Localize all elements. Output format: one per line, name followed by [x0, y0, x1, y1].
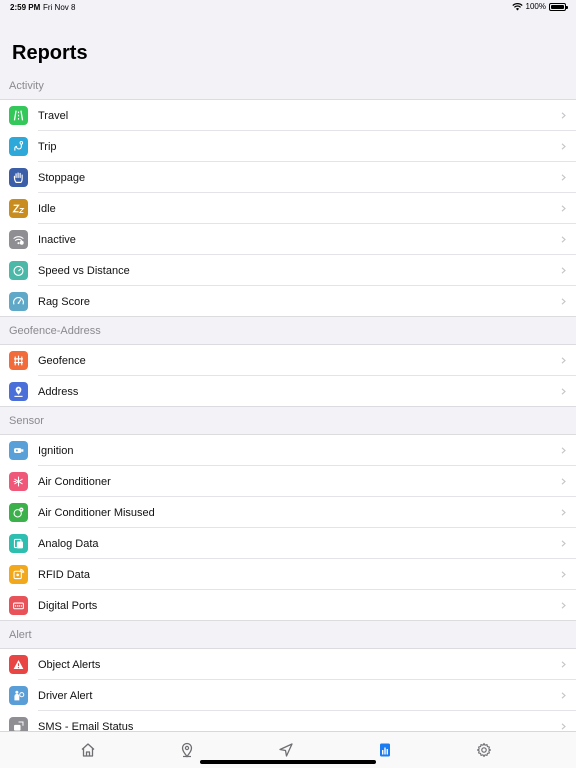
- report-row-address[interactable]: Address: [0, 376, 576, 407]
- address-pin-icon: [9, 382, 28, 401]
- report-row-rag-score[interactable]: Rag Score: [0, 286, 576, 317]
- report-row-trip[interactable]: Trip: [0, 131, 576, 162]
- section-header-activity: Activity: [0, 72, 576, 100]
- status-right: 100%: [511, 2, 568, 11]
- report-row-label: Air Conditioner Misused: [38, 506, 155, 519]
- chevron-right-icon: [561, 267, 566, 274]
- tab-home[interactable]: [78, 740, 98, 760]
- chevron-right-icon: [561, 388, 566, 395]
- section-header-alert: Alert: [0, 621, 576, 649]
- travel-road-icon: [9, 106, 28, 125]
- report-row-driver-alert[interactable]: Driver Alert: [0, 680, 576, 711]
- navigation-arrow-icon: [279, 743, 293, 757]
- wifi-icon: [511, 2, 523, 11]
- report-row-air-conditioner-misused[interactable]: Air Conditioner Misused: [0, 497, 576, 528]
- page-title: Reports: [12, 42, 88, 64]
- status-time: 2:59 PM: [10, 3, 41, 12]
- chevron-right-icon: [561, 298, 566, 305]
- report-row-label: Address: [38, 385, 79, 398]
- stoppage-hand-icon: [9, 168, 28, 187]
- tab-navigation[interactable]: [276, 740, 296, 760]
- report-row-geofence[interactable]: Geofence: [0, 345, 576, 376]
- section-header-sensor: Sensor: [0, 407, 576, 435]
- report-row-stoppage[interactable]: Stoppage: [0, 162, 576, 193]
- report-row-air-conditioner[interactable]: Air Conditioner: [0, 466, 576, 497]
- chevron-right-icon: [561, 174, 566, 181]
- report-row-digital-ports[interactable]: Digital Ports: [0, 590, 576, 621]
- report-row-label: Air Conditioner: [38, 475, 111, 488]
- chevron-right-icon: [561, 357, 566, 364]
- ac-misused-icon: [9, 503, 28, 522]
- battery-percent: 100%: [525, 2, 546, 11]
- reports-chart-icon: [380, 743, 390, 757]
- chevron-right-icon: [561, 509, 566, 516]
- report-row-label: Stoppage: [38, 171, 86, 184]
- rfid-card-icon: [9, 565, 28, 584]
- chevron-right-icon: [561, 661, 566, 668]
- chevron-right-icon: [561, 447, 566, 454]
- chevron-right-icon: [561, 540, 566, 547]
- chevron-right-icon: [561, 692, 566, 699]
- report-row-rfid-data[interactable]: RFID Data: [0, 559, 576, 590]
- report-row-ignition[interactable]: Ignition: [0, 435, 576, 466]
- report-row-inactive[interactable]: Inactive: [0, 224, 576, 255]
- report-row-label: Object Alerts: [38, 658, 101, 671]
- tab-location[interactable]: [177, 740, 197, 760]
- report-row-speed-vs-distance[interactable]: Speed vs Distance: [0, 255, 576, 286]
- air-conditioner-icon: [9, 472, 28, 491]
- report-row-travel[interactable]: Travel: [0, 100, 576, 131]
- home-indicator: [200, 760, 376, 764]
- status-bar: 2:59 PM Fri Nov 8 100%: [0, 0, 576, 16]
- chevron-right-icon: [561, 723, 566, 730]
- tab-settings[interactable]: [474, 740, 494, 760]
- report-row-label: Geofence: [38, 354, 86, 367]
- report-row-analog-data[interactable]: Analog Data: [0, 528, 576, 559]
- report-row-label: Analog Data: [38, 537, 99, 550]
- tab-bar: [0, 731, 576, 768]
- report-row-label: Digital Ports: [38, 599, 98, 612]
- trip-route-icon: [9, 137, 28, 156]
- tab-reports[interactable]: [375, 740, 395, 760]
- idle-zz-icon: [9, 199, 28, 218]
- location-pin-icon: [181, 742, 193, 758]
- report-row-idle[interactable]: Idle: [0, 193, 576, 224]
- report-row-label: Inactive: [38, 233, 76, 246]
- report-row-label: Rag Score: [38, 295, 90, 308]
- reports-list: Activity Travel Trip Stoppage Idle Inactive Sp…: [0, 72, 576, 742]
- section-header-geofence-address: Geofence-Address: [0, 317, 576, 345]
- chevron-right-icon: [561, 602, 566, 609]
- report-row-label: Ignition: [38, 444, 74, 457]
- chevron-right-icon: [561, 236, 566, 243]
- status-date: Fri Nov 8: [43, 3, 76, 12]
- home-icon: [81, 743, 95, 757]
- chevron-right-icon: [561, 571, 566, 578]
- settings-gear-icon: [476, 742, 492, 758]
- alert-warning-icon: [9, 655, 28, 674]
- report-row-label: Driver Alert: [38, 689, 93, 702]
- analog-data-icon: [9, 534, 28, 553]
- chevron-right-icon: [561, 143, 566, 150]
- report-row-label: Travel: [38, 109, 69, 122]
- chevron-right-icon: [561, 478, 566, 485]
- rag-score-gauge-icon: [9, 292, 28, 311]
- geofence-fence-icon: [9, 351, 28, 370]
- battery-icon: [549, 2, 568, 11]
- report-row-label: RFID Data: [38, 568, 90, 581]
- inactive-signal-icon: [9, 230, 28, 249]
- chevron-right-icon: [561, 112, 566, 119]
- report-row-label: Speed vs Distance: [38, 264, 130, 277]
- report-row-object-alerts[interactable]: Object Alerts: [0, 649, 576, 680]
- speed-distance-icon: [9, 261, 28, 280]
- report-row-label: Idle: [38, 202, 56, 215]
- chevron-right-icon: [561, 205, 566, 212]
- driver-alert-icon: [9, 686, 28, 705]
- ignition-key-icon: [9, 441, 28, 460]
- digital-ports-icon: [9, 596, 28, 615]
- report-row-label: Trip: [38, 140, 57, 153]
